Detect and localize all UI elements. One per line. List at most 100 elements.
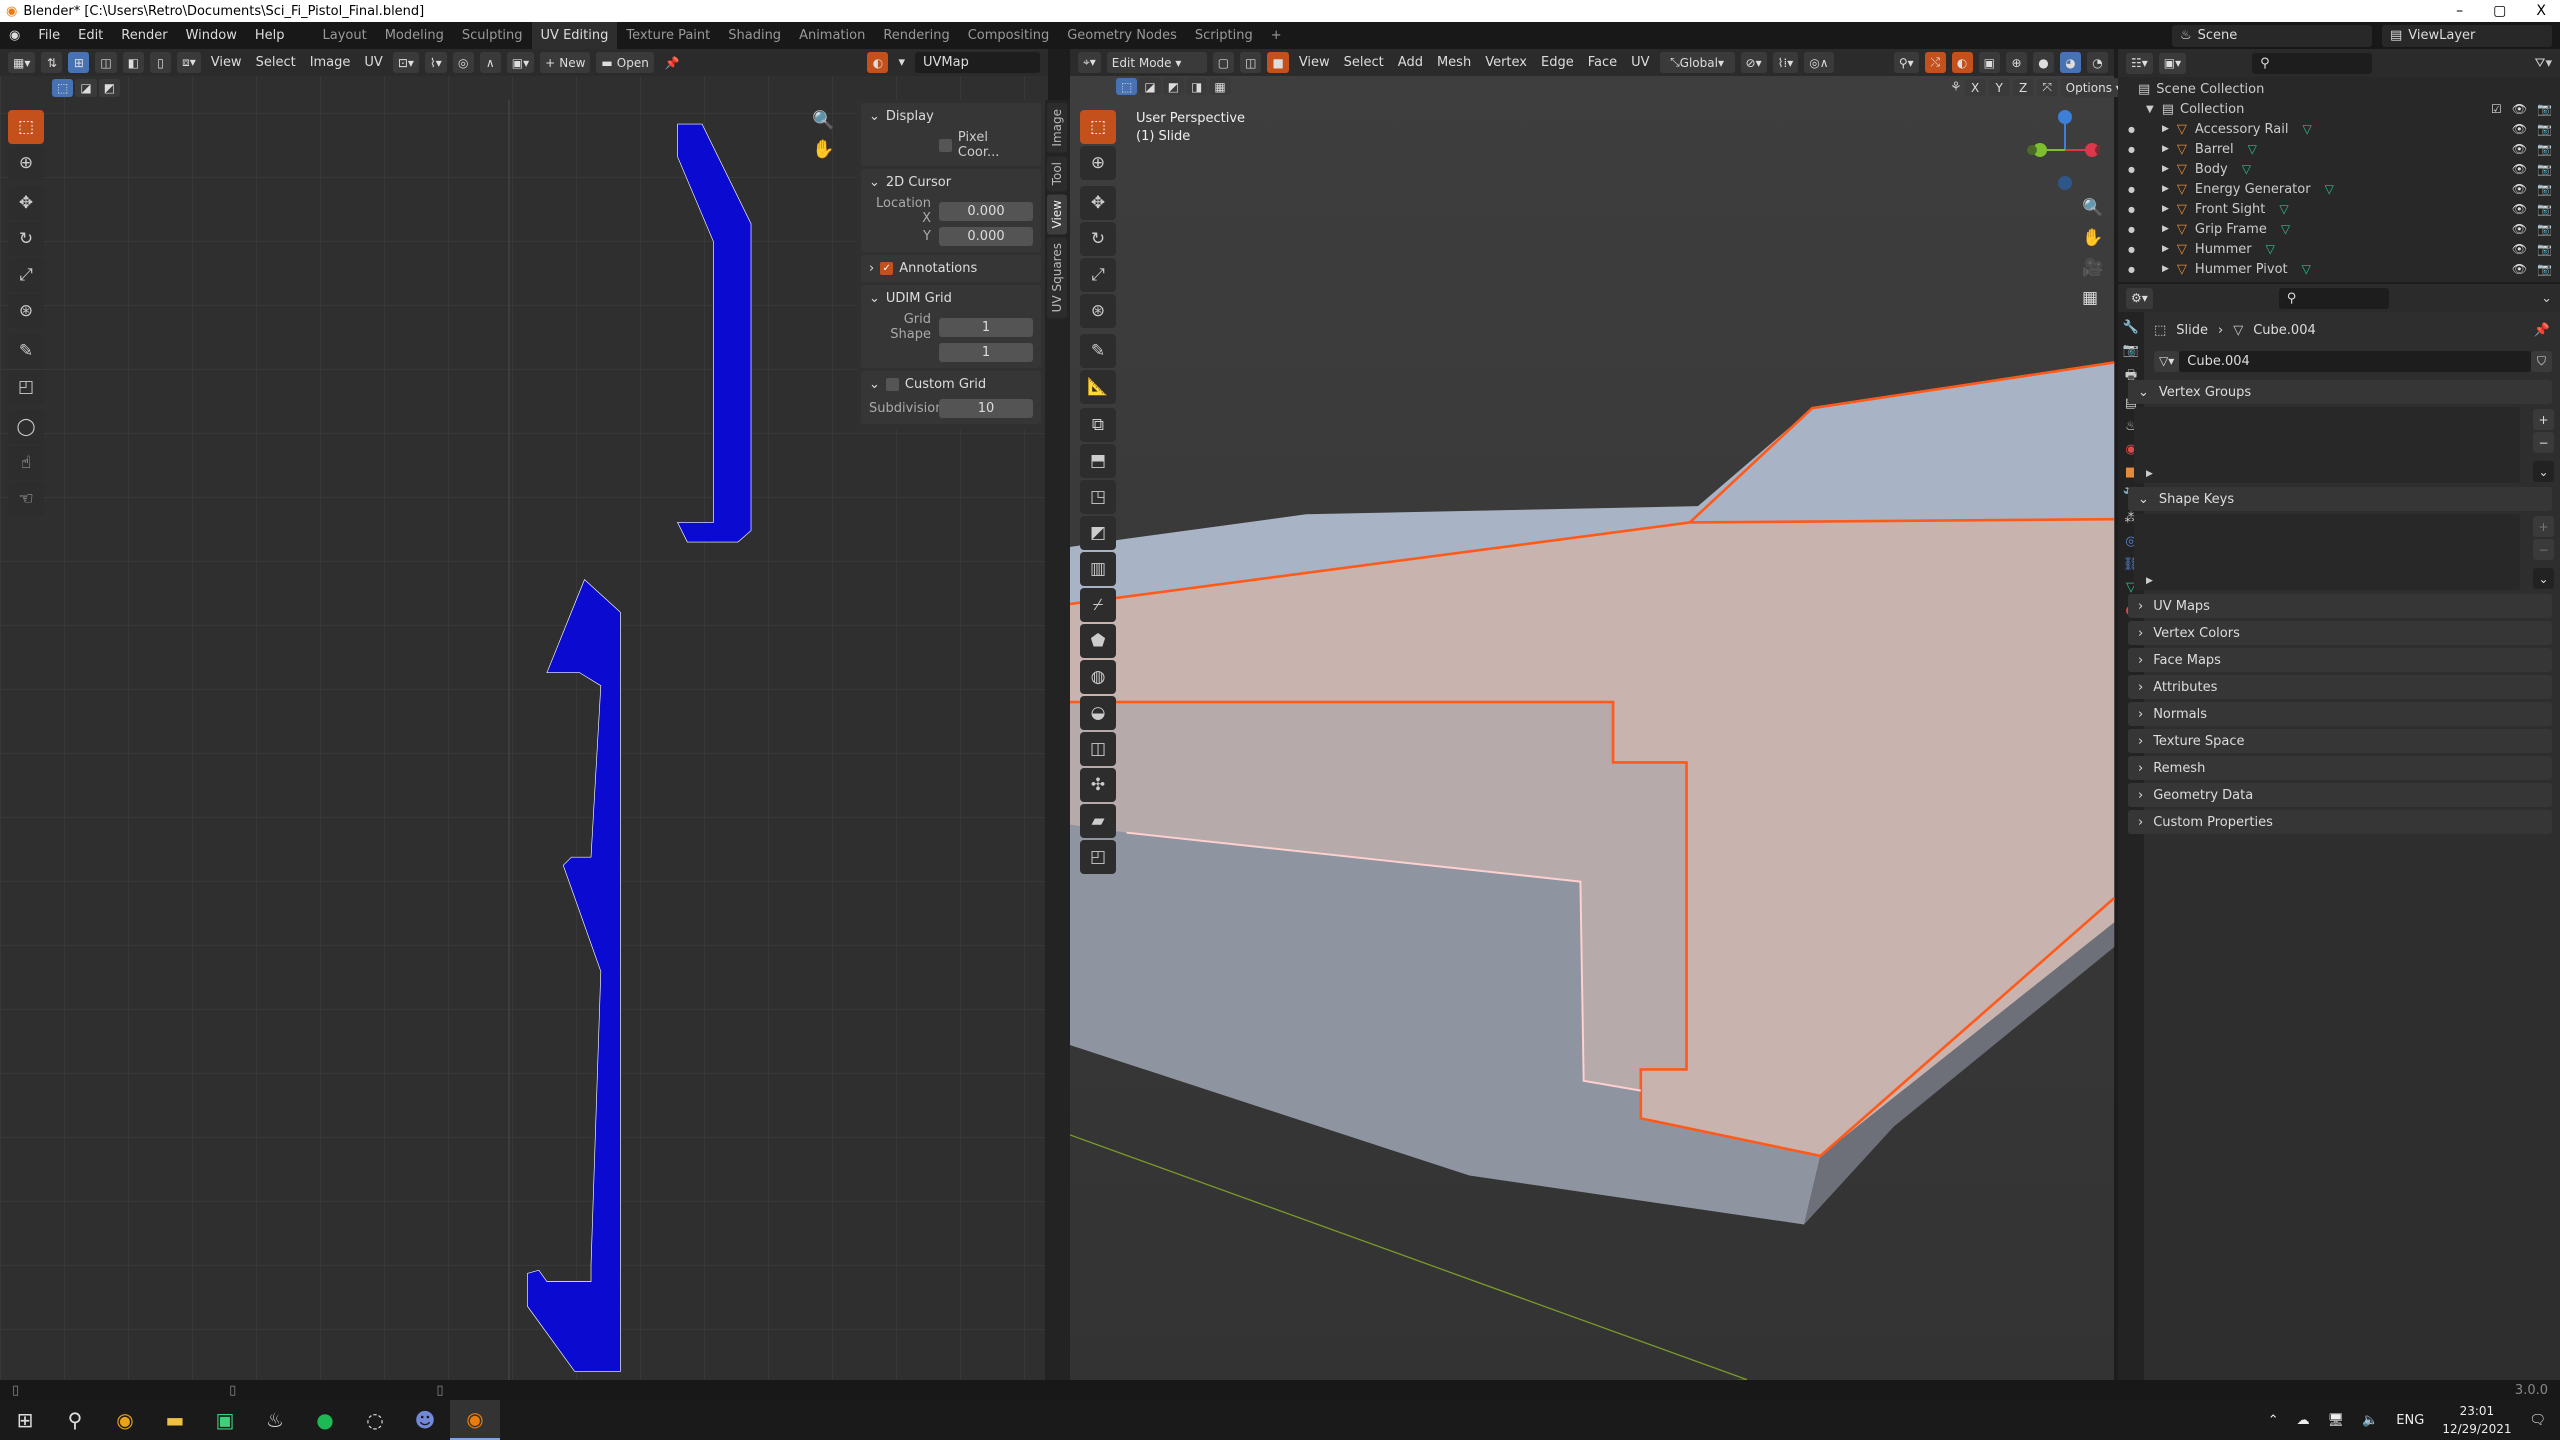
rip-tool[interactable]: ◰: [8, 370, 44, 404]
eye-icon[interactable]: 👁: [2512, 182, 2527, 196]
pivot-icon[interactable]: ⊘▾: [1740, 52, 1767, 73]
options-dropdown[interactable]: Options ▾: [2060, 78, 2127, 97]
remove-vertex-group-button[interactable]: −: [2533, 432, 2554, 453]
eye-icon[interactable]: 👁: [2512, 202, 2527, 216]
notifications-icon[interactable]: 🗨: [2529, 1413, 2546, 1428]
select-subtract-mode[interactable]: ◩: [98, 79, 121, 97]
outliner-item[interactable]: ● ▶ ▽ Accessory Rail ▽ 👁 📷: [2118, 119, 2560, 139]
expand-arrow-icon[interactable]: ▶: [2162, 244, 2169, 254]
vertex-groups-list[interactable]: ▶ + − ⌄: [2134, 407, 2554, 483]
bevel-tool[interactable]: ◩: [1080, 516, 1116, 550]
location-x-field[interactable]: 0.000: [939, 202, 1033, 221]
rip-region-tool[interactable]: ◰: [1080, 840, 1116, 874]
outliner-item[interactable]: ● ▶ ▽ Energy Generator ▽ 👁 📷: [2118, 179, 2560, 199]
zoom-icon[interactable]: 🔍: [2082, 198, 2103, 218]
island-select-mode[interactable]: ▯: [150, 52, 172, 73]
eye-icon[interactable]: 👁: [2512, 222, 2527, 236]
tab-image[interactable]: Image: [1047, 103, 1067, 153]
tab-view[interactable]: View: [1047, 193, 1067, 235]
outliner-item[interactable]: ● ▶ ▽ Hummer Pivot ▽ 👁 📷: [2118, 259, 2560, 279]
panel-collapsed[interactable]: › Attributes: [2128, 675, 2552, 699]
sync-selection-toggle[interactable]: ⇅: [41, 52, 63, 73]
filter-icon[interactable]: ⛛▾: [2535, 56, 2552, 71]
pixel-coords-checkbox[interactable]: [939, 138, 952, 152]
tab-geometry-nodes[interactable]: Geometry Nodes: [1058, 22, 1186, 49]
viewport-canvas[interactable]: [1070, 49, 2114, 1380]
pin-icon[interactable]: 📌: [2534, 323, 2550, 338]
edge-slide-tool[interactable]: ◫: [1080, 732, 1116, 766]
viewport-menu-view[interactable]: View: [1295, 55, 1334, 70]
chrome-icon[interactable]: ◉: [100, 1400, 150, 1440]
menu-render[interactable]: Render: [112, 28, 176, 43]
tab-layout[interactable]: Layout: [313, 22, 375, 49]
face-select-mode[interactable]: ■: [1267, 52, 1289, 73]
grid-shape-x-field[interactable]: 1: [939, 318, 1033, 337]
mesh-data-icon[interactable]: ▽: [2325, 182, 2334, 196]
proportional-edit-icon[interactable]: ◎: [452, 52, 474, 73]
pin-icon[interactable]: 📌: [660, 52, 685, 73]
pivot-point-button[interactable]: ⊡▾: [392, 52, 419, 73]
editor-type-button[interactable]: ⚙▾: [2126, 287, 2153, 309]
viewport-menu-add[interactable]: Add: [1394, 55, 1427, 70]
mirror-y-toggle[interactable]: Y: [1988, 79, 2010, 96]
location-y-field[interactable]: 0.000: [939, 227, 1033, 246]
vertex-select-mode[interactable]: ▢: [1212, 52, 1235, 73]
panel-collapsed[interactable]: › UV Maps: [2128, 594, 2552, 618]
tab-tool[interactable]: Tool: [1047, 155, 1067, 191]
tray-cloud-icon[interactable]: ☁: [2297, 1413, 2310, 1428]
tab-texture-paint[interactable]: Texture Paint: [617, 22, 719, 49]
uvmap-field[interactable]: UVMap: [915, 52, 1040, 73]
panel-collapsed[interactable]: › Custom Properties: [2128, 810, 2552, 834]
display-panel-header[interactable]: ⌄ Display: [869, 109, 1033, 124]
scene-collection-row[interactable]: ▤ Scene Collection: [2118, 79, 2560, 99]
uv-menu-uv[interactable]: UV: [360, 55, 386, 70]
camera-icon[interactable]: 📷: [2537, 162, 2552, 176]
inset-tool[interactable]: ◳: [1080, 480, 1116, 514]
menu-help[interactable]: Help: [246, 28, 294, 43]
image-browse-button[interactable]: ▣▾: [506, 52, 535, 73]
spin-tool[interactable]: ◍: [1080, 660, 1116, 694]
expand-arrow-icon[interactable]: ▶: [2162, 264, 2169, 274]
measure-tool[interactable]: 📐: [1080, 370, 1116, 404]
blender-taskbar-icon[interactable]: ◉: [450, 1400, 500, 1440]
minimize-button[interactable]: –: [2456, 3, 2463, 19]
select-invert-mode[interactable]: ◨: [1186, 78, 1208, 95]
eye-icon[interactable]: 👁: [2512, 242, 2527, 256]
outliner-item[interactable]: ● ▶ ▽ Front Sight ▽ 👁 📷: [2118, 199, 2560, 219]
select-box-tool[interactable]: ⬚: [8, 110, 44, 144]
eye-icon[interactable]: 👁: [2512, 162, 2527, 176]
select-extend-mode[interactable]: ◪: [1139, 78, 1161, 95]
spotify-icon[interactable]: ●: [300, 1400, 350, 1440]
editor-type-button[interactable]: ⌖▾: [1078, 52, 1101, 73]
eye-icon[interactable]: 👁: [2512, 122, 2527, 136]
clock[interactable]: 23:01 12/29/2021: [2442, 1402, 2511, 1438]
orientation-selector[interactable]: ⤡ Global ▾: [1659, 52, 1735, 73]
mesh-data-icon[interactable]: ▽: [2242, 162, 2251, 176]
filter-view-layer-button[interactable]: ▣▾: [2158, 52, 2187, 74]
start-button-icon[interactable]: ⊞: [0, 1400, 50, 1440]
camera-icon[interactable]: 📷: [2537, 102, 2552, 116]
remove-shape-key-button[interactable]: −: [2533, 539, 2554, 560]
camera-icon[interactable]: 📷: [2537, 242, 2552, 256]
mesh-browse-button[interactable]: ▽▾: [2154, 350, 2180, 372]
shear-tool[interactable]: ▰: [1080, 804, 1116, 838]
scale-tool[interactable]: ⤢: [1080, 258, 1116, 292]
fake-user-shield-icon[interactable]: ⛉: [2531, 350, 2552, 372]
panel-collapsed[interactable]: › Remesh: [2128, 756, 2552, 780]
search-icon[interactable]: ⚲: [50, 1400, 100, 1440]
chevron-down-icon[interactable]: ⌄: [2541, 291, 2552, 306]
pan-hand-icon[interactable]: ✋: [2082, 228, 2103, 248]
panel-collapsed[interactable]: › Normals: [2128, 702, 2552, 726]
tab-uv-editing[interactable]: UV Editing: [531, 22, 618, 49]
custom-grid-checkbox[interactable]: [885, 378, 899, 391]
shrink-fatten-tool[interactable]: ✣: [1080, 768, 1116, 802]
tab-scripting[interactable]: Scripting: [1186, 22, 1262, 49]
pan-hand-icon[interactable]: ✋: [812, 139, 834, 160]
camera-icon[interactable]: 📷: [2537, 202, 2552, 216]
mesh-data-icon[interactable]: ▽: [2248, 142, 2257, 156]
grid-icon[interactable]: ▦: [2082, 288, 2103, 308]
annotate-tool[interactable]: ✎: [8, 334, 44, 368]
new-image-button[interactable]: + New: [540, 52, 591, 73]
add-workspace-button[interactable]: +: [1262, 22, 1291, 49]
close-button[interactable]: X: [2536, 3, 2546, 19]
